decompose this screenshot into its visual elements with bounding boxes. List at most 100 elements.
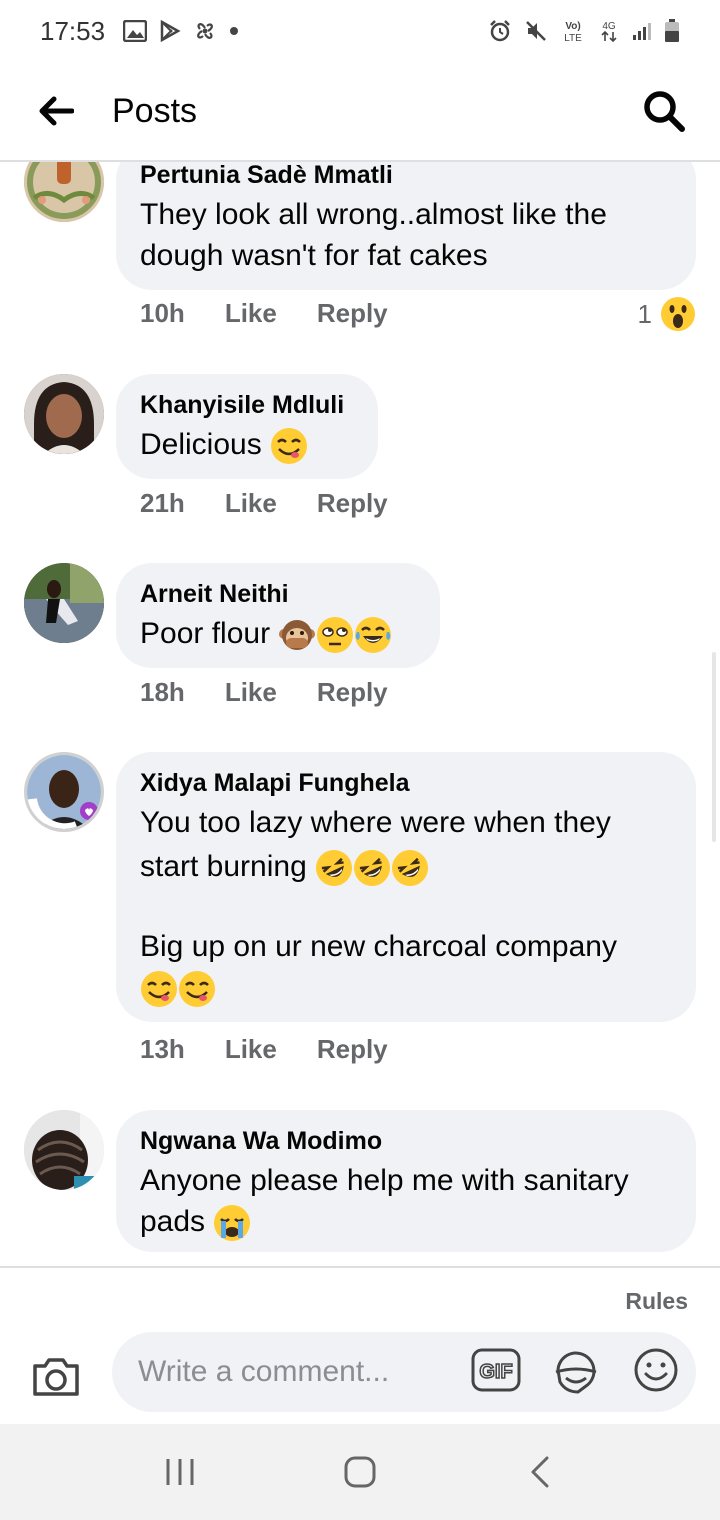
avatar[interactable] xyxy=(24,563,104,643)
svg-text:4G: 4G xyxy=(602,21,616,32)
comment-text-row: pads xyxy=(140,1201,672,1242)
home-button[interactable] xyxy=(330,1442,390,1502)
back-button[interactable] xyxy=(26,81,86,141)
monkey-emoji-icon xyxy=(279,620,316,651)
status-time: 17:53 xyxy=(40,15,106,46)
reply-button[interactable]: Reply xyxy=(317,1034,388,1065)
comment-text: Poor flour xyxy=(140,617,271,650)
comment-text-row: Delicious xyxy=(140,424,354,465)
like-button[interactable]: Like xyxy=(225,298,277,329)
mute-icon xyxy=(524,19,548,43)
scroll-indicator[interactable] xyxy=(712,652,716,842)
comment-actions: 13h Like Reply xyxy=(140,1034,388,1065)
comment-bubble[interactable]: Khanyisile Mdluli Delicious xyxy=(116,374,378,480)
crying-emoji-icon xyxy=(214,1205,251,1242)
rules-link[interactable]: Rules xyxy=(625,1288,688,1315)
volte-icon: Vo) LTE xyxy=(560,18,586,44)
comment-time: 10h xyxy=(140,298,185,328)
like-button[interactable]: Like xyxy=(225,677,277,708)
play-store-icon xyxy=(159,20,181,42)
yum-emoji-icon xyxy=(179,971,215,1008)
comment-actions: 18h Like Reply xyxy=(140,677,388,708)
camera-button[interactable] xyxy=(28,1348,84,1404)
rofl-emoji-icon xyxy=(316,850,353,887)
comment-author[interactable]: Khanyisile Mdluli xyxy=(140,390,354,420)
nav-back-button[interactable] xyxy=(510,1442,570,1502)
like-button[interactable]: Like xyxy=(225,1034,277,1065)
search-icon xyxy=(644,91,685,132)
comment-author[interactable]: Xidya Malapi Funghela xyxy=(140,768,672,798)
yum-emoji-icon xyxy=(271,428,308,465)
network-4g-icon: 4G xyxy=(598,18,620,44)
reaction-count: 1 xyxy=(637,298,652,329)
back-arrow-icon xyxy=(39,96,74,126)
comment-text: Delicious xyxy=(140,428,262,461)
gif-label: GIF xyxy=(479,1361,512,1383)
comment-author[interactable]: Arneit Neithi xyxy=(140,579,416,609)
recents-icon xyxy=(166,1459,194,1485)
sticker-icon xyxy=(555,1351,597,1394)
comment-bubble[interactable]: Arneit Neithi Poor flour xyxy=(116,563,440,669)
like-button[interactable]: Like xyxy=(225,488,277,519)
comment-text: They look all wrong..almost like the dou… xyxy=(140,198,616,272)
notification-icons xyxy=(123,19,239,43)
comment-actions: 10h Like Reply xyxy=(140,298,388,329)
comment-text-line: Anyone please help me with sanitary xyxy=(140,1164,629,1197)
composer-divider xyxy=(0,1266,720,1268)
system-icons: Vo) LTE 4G xyxy=(488,18,680,44)
dot-icon xyxy=(229,26,239,36)
comment-text-line: Big up on ur new charcoal company xyxy=(140,930,617,964)
recents-button[interactable] xyxy=(150,1442,210,1502)
search-button[interactable] xyxy=(636,83,692,139)
reply-button[interactable]: Reply xyxy=(317,488,388,519)
alarm-icon xyxy=(488,19,512,43)
signal-icon xyxy=(632,21,652,41)
comment-author[interactable]: Pertunia Sadè Mmatli xyxy=(140,162,672,190)
svg-text:LTE: LTE xyxy=(564,33,582,44)
rofl-emoji-icon xyxy=(392,850,429,887)
gif-button[interactable]: GIF xyxy=(470,1346,522,1394)
comment-emoji-row xyxy=(140,967,672,1008)
avatar[interactable] xyxy=(24,1110,104,1190)
back-nav-icon xyxy=(531,1456,549,1488)
home-icon xyxy=(344,1456,376,1488)
page-title: Posts xyxy=(112,91,198,130)
gif-icon: GIF xyxy=(471,1348,521,1392)
comment-author[interactable]: Ngwana Wa Modimo xyxy=(140,1126,672,1156)
reply-button[interactable]: Reply xyxy=(317,298,388,329)
comment-bubble[interactable]: Xidya Malapi Funghela You too lazy where… xyxy=(116,752,696,1023)
reply-button[interactable]: Reply xyxy=(317,677,388,708)
system-nav-bar xyxy=(0,1424,720,1520)
comment-text-line: pads xyxy=(140,1205,206,1238)
avatar[interactable] xyxy=(24,162,104,222)
app-header: Posts xyxy=(0,62,720,162)
comment-text-line: start burning xyxy=(140,850,307,883)
rofl-emoji-icon xyxy=(354,850,391,887)
comment-time: 21h xyxy=(140,488,185,518)
smiley-icon xyxy=(634,1348,678,1392)
comment-input[interactable] xyxy=(112,1332,696,1412)
status-bar: 17:53 Vo) LTE 4G xyxy=(0,0,720,62)
yum-emoji-icon xyxy=(141,971,177,1008)
comment-bubble[interactable]: Ngwana Wa Modimo Anyone please help me w… xyxy=(116,1110,696,1252)
comment-composer: GIF xyxy=(0,1330,720,1414)
gallery-icon xyxy=(123,20,148,42)
comment-time: 18h xyxy=(140,677,185,707)
sticker-button[interactable] xyxy=(550,1344,602,1396)
avatar[interactable] xyxy=(24,374,104,454)
comment-list: Pertunia Sadè Mmatli They look all wrong… xyxy=(0,162,720,1266)
avatar[interactable] xyxy=(24,752,104,832)
comment-text-line: You too lazy where were when they xyxy=(140,806,611,839)
tears-of-joy-emoji-icon xyxy=(355,617,392,654)
svg-text:Vo): Vo) xyxy=(565,21,580,32)
wow-reaction-icon xyxy=(661,297,695,331)
emoji-button[interactable] xyxy=(630,1344,682,1396)
fan-icon xyxy=(193,19,217,43)
battery-icon xyxy=(664,19,680,43)
eye-roll-emoji-icon xyxy=(317,617,354,654)
comment-text-row: start burning xyxy=(140,846,672,887)
comment-bubble[interactable]: Pertunia Sadè Mmatli They look all wrong… xyxy=(116,162,696,290)
reaction-summary[interactable]: 1 xyxy=(638,296,696,332)
comment-actions: 21h Like Reply xyxy=(140,488,388,519)
camera-icon xyxy=(33,1358,79,1396)
